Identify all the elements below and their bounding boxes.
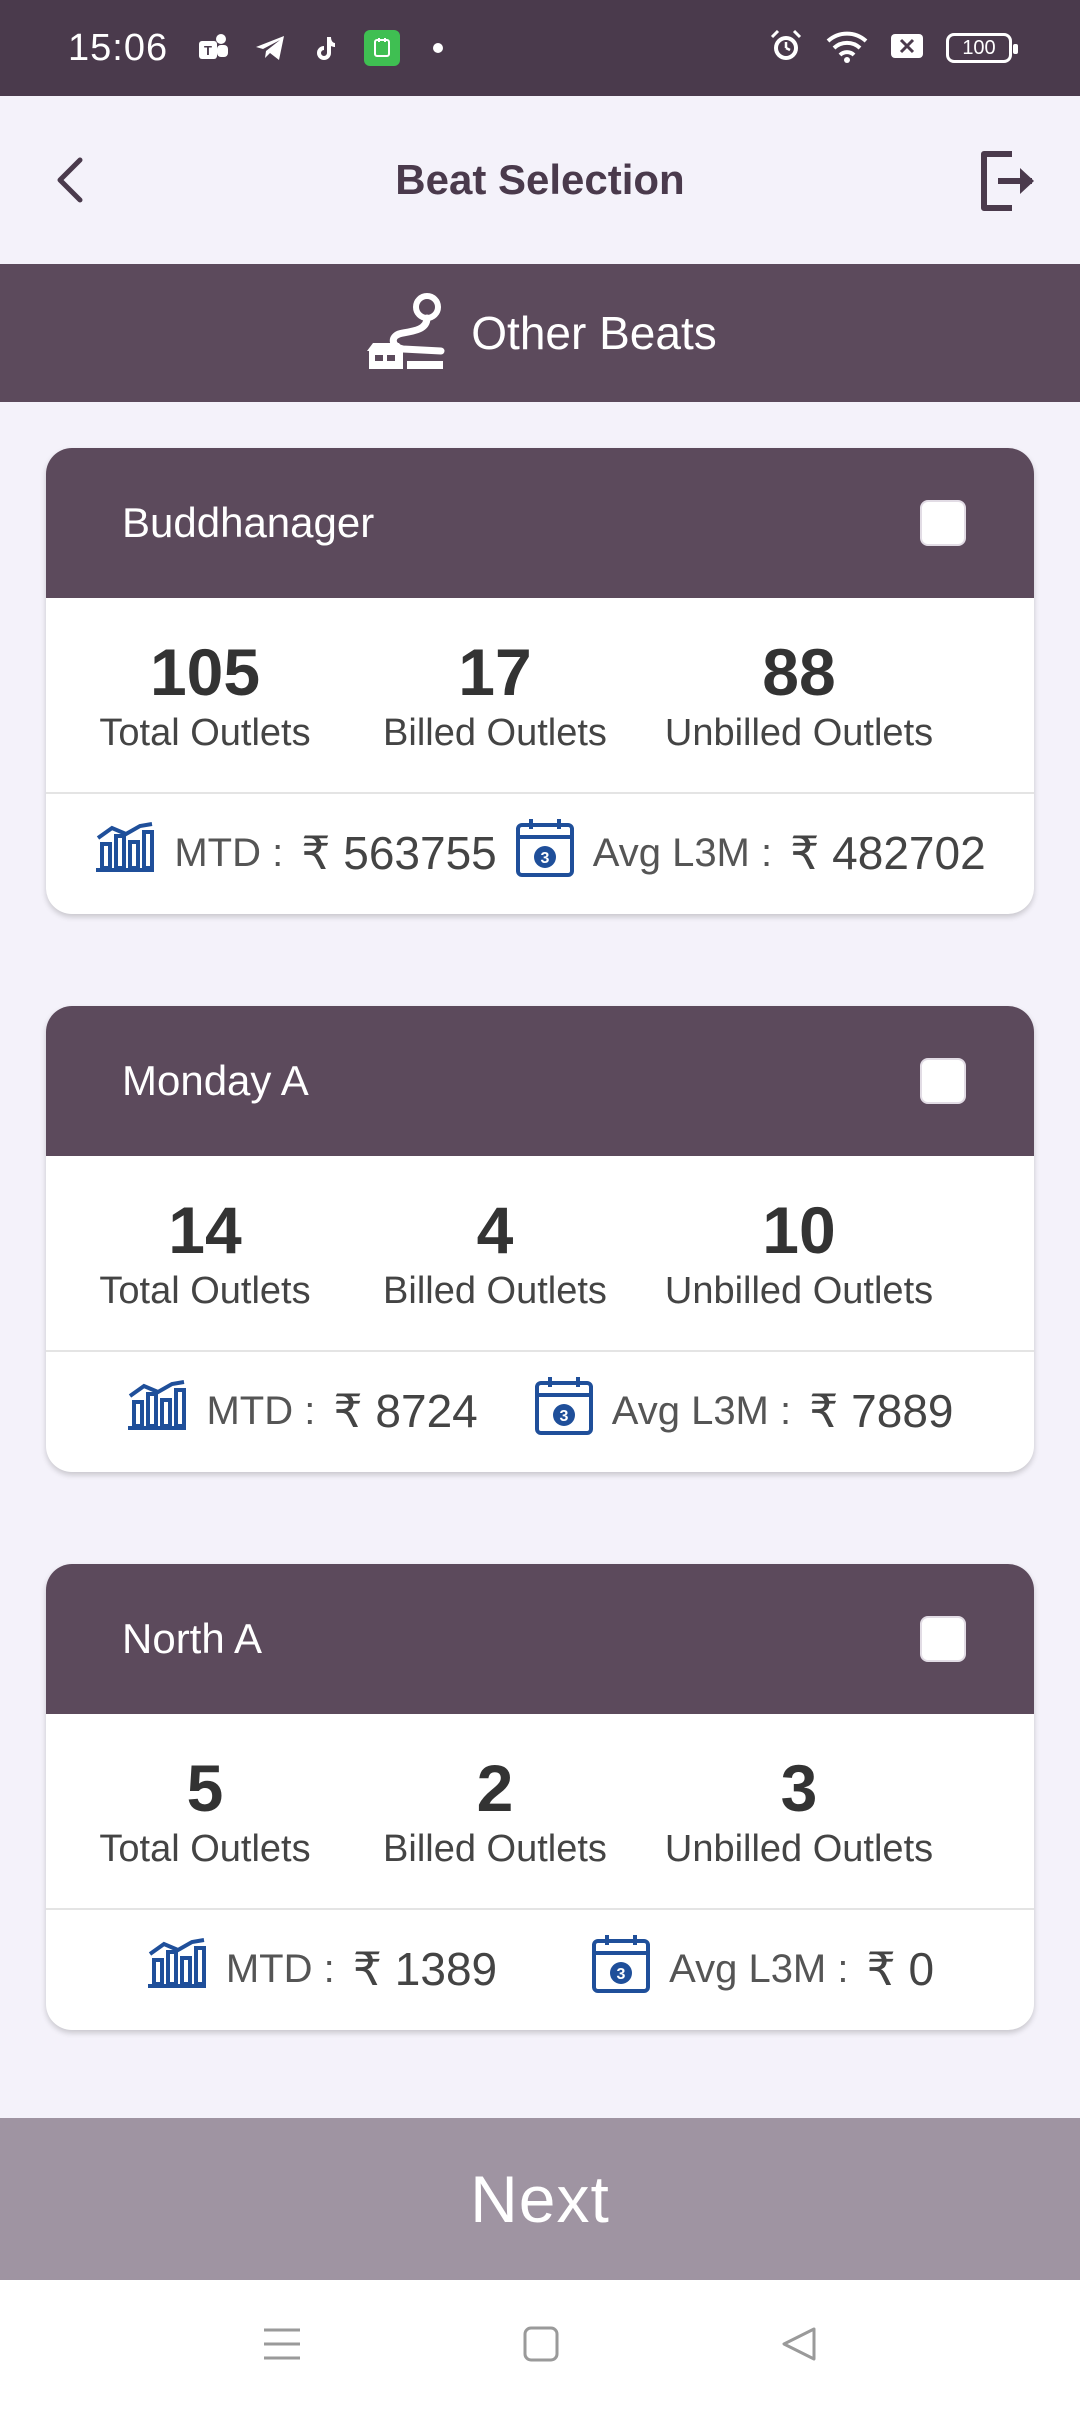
- teams-icon: T: [196, 30, 232, 66]
- billed-outlets: 2 Billed Outlets: [364, 1750, 626, 1872]
- battery-icon: 100: [946, 33, 1018, 63]
- bar-chart-icon: [126, 1380, 188, 1442]
- back-triangle-icon[interactable]: [780, 2325, 818, 2368]
- billed-outlets-count: 2: [476, 1751, 514, 1825]
- unbilled-outlets-count: 3: [780, 1751, 818, 1825]
- avg-l3m-label: Avg L3M :: [592, 830, 773, 875]
- total-outlets-count: 5: [186, 1751, 224, 1825]
- avg-l3m-label: Avg L3M :: [669, 1946, 849, 1991]
- system-nav-bar: [0, 2280, 1080, 2412]
- total-outlets-count: 105: [149, 635, 261, 709]
- unbilled-outlets: 3 Unbilled Outlets: [626, 1750, 972, 1872]
- beat-card[interactable]: Buddhanager 105 Total Outlets 17 Billed …: [46, 448, 1034, 914]
- unbilled-outlets: 10 Unbilled Outlets: [626, 1192, 972, 1314]
- calendar-icon: 3: [515, 817, 575, 889]
- mtd-value: ₹ 1389: [352, 1943, 498, 1995]
- billed-outlets-count: 17: [458, 635, 532, 709]
- beat-card-header: North A: [46, 1564, 1034, 1714]
- beat-checkbox[interactable]: [920, 1058, 966, 1104]
- sales-summary: MTD : ₹ 8724 3 Avg L3M : ₹ 7889: [46, 1352, 1034, 1470]
- telegram-icon: [252, 30, 288, 66]
- billed-outlets: 4 Billed Outlets: [364, 1192, 626, 1314]
- app-header: Beat Selection: [0, 96, 1080, 264]
- unbilled-outlets-label: Unbilled Outlets: [664, 1828, 934, 1870]
- green-app-icon: [364, 30, 401, 66]
- unbilled-outlets-label: Unbilled Outlets: [664, 1270, 934, 1312]
- dot-icon: [420, 30, 456, 66]
- beat-card-header: Monday A: [46, 1006, 1034, 1156]
- svg-text:3: 3: [559, 1408, 568, 1425]
- unbilled-outlets-label: Unbilled Outlets: [664, 712, 934, 754]
- beat-card-header: Buddhanager: [46, 448, 1034, 598]
- beat-checkbox[interactable]: [920, 500, 966, 546]
- total-outlets-label: Total Outlets: [99, 712, 311, 754]
- billed-outlets-label: Billed Outlets: [383, 712, 607, 754]
- section-title: Other Beats: [471, 307, 717, 359]
- menu-icon[interactable]: [262, 2326, 302, 2367]
- beat-card[interactable]: Monday A 14 Total Outlets 4 Billed Outle…: [46, 1006, 1034, 1472]
- total-outlets: 105 Total Outlets: [46, 634, 364, 756]
- total-outlets-count: 14: [168, 1193, 242, 1267]
- avg-l3m-value: ₹ 482702: [790, 827, 986, 879]
- bar-chart-icon: [94, 822, 156, 884]
- beat-card[interactable]: North A 5 Total Outlets 2 Billed Outlets…: [46, 1564, 1034, 2030]
- total-outlets-label: Total Outlets: [99, 1828, 311, 1870]
- tiktok-icon: [308, 30, 344, 66]
- billed-outlets-count: 4: [476, 1193, 514, 1267]
- avg-l3m-value: ₹ 0: [866, 1943, 935, 1995]
- total-outlets: 5 Total Outlets: [46, 1750, 364, 1872]
- svg-text:3: 3: [617, 1966, 626, 1983]
- beat-name: North A: [122, 1615, 263, 1662]
- mtd-value: ₹ 8724: [333, 1385, 478, 1437]
- unbilled-outlets-count: 10: [762, 1193, 836, 1267]
- unbilled-outlets-count: 88: [762, 635, 836, 709]
- svg-text:T: T: [204, 43, 212, 58]
- beat-checkbox[interactable]: [920, 1616, 966, 1662]
- status-time: 15:06: [68, 26, 169, 69]
- outlet-stats: 14 Total Outlets 4 Billed Outlets 10 Unb…: [46, 1156, 1034, 1352]
- avg-l3m-value: ₹ 7889: [809, 1385, 954, 1437]
- alarm-icon: [768, 28, 804, 69]
- beat-name: Monday A: [122, 1057, 309, 1104]
- route-shop-icon: [363, 291, 447, 376]
- page-title: Beat Selection: [395, 156, 685, 203]
- logout-button[interactable]: [974, 146, 1044, 216]
- billed-outlets-label: Billed Outlets: [383, 1270, 607, 1312]
- total-outlets: 14 Total Outlets: [46, 1192, 364, 1314]
- home-icon[interactable]: [522, 2325, 560, 2368]
- sales-summary: MTD : ₹ 1389 3 Avg L3M : ₹ 0: [46, 1910, 1034, 2028]
- mtd-value: ₹ 563755: [301, 827, 497, 879]
- next-button[interactable]: Next: [0, 2118, 1080, 2280]
- wifi-icon: [826, 29, 868, 68]
- logout-icon: [981, 151, 1034, 211]
- outlet-stats: 5 Total Outlets 2 Billed Outlets 3 Unbil…: [46, 1714, 1034, 1910]
- chevron-left-icon: [57, 157, 83, 203]
- mtd-label: MTD :: [206, 1388, 316, 1433]
- bar-chart-icon: [146, 1938, 208, 2000]
- sales-summary: MTD : ₹ 563755 3 Avg L3M : ₹ 482702: [46, 794, 1034, 912]
- billed-outlets: 17 Billed Outlets: [364, 634, 626, 756]
- mtd-label: MTD :: [174, 830, 284, 875]
- sim-off-icon: [890, 31, 924, 66]
- beat-list: Buddhanager 105 Total Outlets 17 Billed …: [46, 448, 1034, 2122]
- section-banner: Other Beats: [0, 264, 1080, 402]
- calendar-icon: 3: [591, 1933, 651, 2005]
- outlet-stats: 105 Total Outlets 17 Billed Outlets 88 U…: [46, 598, 1034, 794]
- total-outlets-label: Total Outlets: [99, 1270, 311, 1312]
- unbilled-outlets: 88 Unbilled Outlets: [626, 634, 972, 756]
- beat-name: Buddhanager: [122, 499, 375, 546]
- notification-icons: T: [196, 30, 456, 66]
- billed-outlets-label: Billed Outlets: [383, 1828, 607, 1870]
- status-bar: 15:06 T 100: [0, 0, 1080, 96]
- avg-l3m-label: Avg L3M :: [611, 1388, 792, 1433]
- calendar-icon: 3: [534, 1375, 594, 1447]
- system-icons: 100: [768, 28, 1018, 69]
- svg-text:3: 3: [540, 850, 549, 867]
- back-button[interactable]: [40, 148, 104, 212]
- mtd-label: MTD :: [225, 1946, 335, 1991]
